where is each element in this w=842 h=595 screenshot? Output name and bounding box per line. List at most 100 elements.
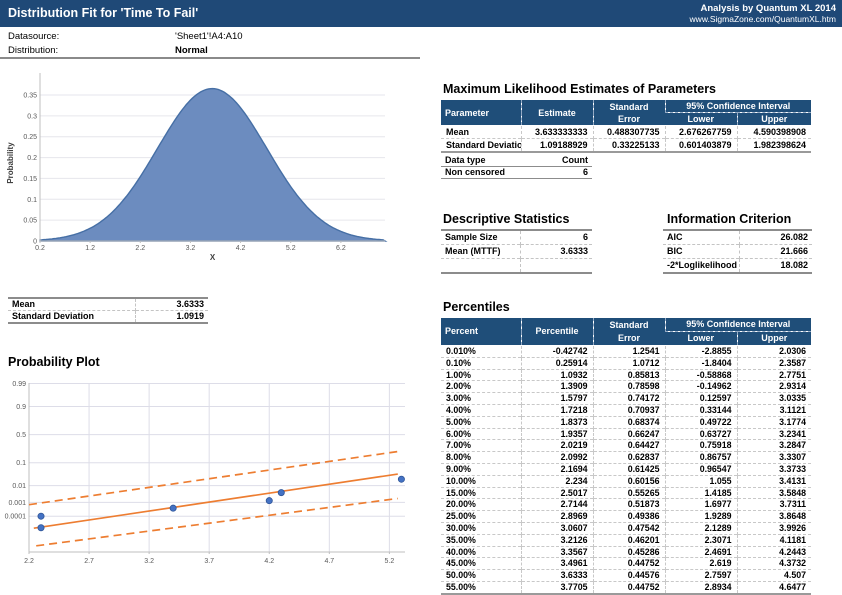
criterion-row: BIC21.666: [663, 245, 812, 259]
distribution-value: Normal: [175, 45, 208, 56]
cell: 1.09188929: [521, 139, 593, 153]
cell: 3.6333: [521, 570, 593, 582]
cell: 3.2126: [521, 534, 593, 546]
cell: 7.00%: [441, 440, 521, 452]
percentiles-table-header: Percent Percentile Standard Error 95% Co…: [441, 318, 811, 346]
cell: 3.4131: [737, 475, 811, 487]
cell: 0.96547: [665, 463, 737, 475]
cell: 2.0992: [521, 452, 593, 464]
cell: 0.63727: [665, 428, 737, 440]
cell: -0.42742: [521, 346, 593, 358]
x-tick-label: 5.2: [286, 245, 296, 252]
cell: 0.49386: [593, 511, 665, 523]
percentile-row: 2.00%1.39090.78598-0.149622.9314: [441, 381, 811, 393]
cell: 4.507: [737, 570, 811, 582]
descriptive-row: [441, 259, 592, 274]
y-tick-label: 0.001: [8, 500, 26, 507]
mle-heading: Maximum Likelihood Estimates of Paramete…: [443, 82, 716, 96]
cell: 0.68374: [593, 416, 665, 428]
percentile-row: 3.00%1.57970.741720.125973.0335: [441, 393, 811, 405]
cell: 2.5017: [521, 487, 593, 499]
mle-row: Mean3.6333333330.4883077352.6762677594.5…: [441, 126, 811, 139]
credit-line-1: Analysis by Quantum XL 2014: [690, 3, 836, 14]
col-header-standard-error: Standard Error: [593, 318, 665, 346]
cell: 0.10%: [441, 357, 521, 369]
cell: 0.74172: [593, 393, 665, 405]
cell: 1.6977: [665, 499, 737, 511]
density-chart: 00.050.10.150.20.250.30.350.21.22.23.24.…: [0, 60, 430, 265]
percentile-row: 0.010%-0.427421.2541-2.88552.0306: [441, 346, 811, 358]
cell: -0.58868: [665, 369, 737, 381]
cell: 2.619: [665, 558, 737, 570]
prob-ci-upper: [29, 452, 398, 505]
distribution-label: Distribution:: [8, 45, 58, 56]
y-tick-label: 0.1: [16, 460, 26, 467]
cell: 2.8969: [521, 511, 593, 523]
percentile-row: 1.00%1.09320.85813-0.588682.7751: [441, 369, 811, 381]
cell: 0.60156: [593, 475, 665, 487]
cell: Standard Deviation: [441, 139, 521, 153]
y-tick-label: 0.05: [23, 218, 37, 225]
percentile-row: 20.00%2.71440.518731.69773.7311: [441, 499, 811, 511]
probability-plot-heading: Probability Plot: [8, 355, 100, 369]
y-tick-label: 0.35: [23, 93, 37, 100]
percentiles-heading: Percentiles: [443, 300, 510, 314]
cell: 2.1694: [521, 463, 593, 475]
cell: 4.590398908: [737, 126, 811, 139]
cell: 2.7751: [737, 369, 811, 381]
percentile-row: 55.00%3.77050.447522.89344.6477: [441, 581, 811, 593]
criterion-heading: Information Criterion: [667, 212, 791, 226]
descriptive-table: Sample Size6Mean (MTTF)3.6333: [441, 229, 592, 274]
cell: 0.51873: [593, 499, 665, 511]
cell: 0.25914: [521, 357, 593, 369]
cell: Mean (MTTF): [441, 245, 520, 259]
cell: 35.00%: [441, 534, 521, 546]
cell: 3.3307: [737, 452, 811, 464]
probability-plot-chart: 0.990.90.50.10.010.0010.00012.22.73.23.7…: [0, 373, 430, 575]
cell: -2.8855: [665, 346, 737, 358]
cell: 0.46201: [593, 534, 665, 546]
y-tick-label: 0.15: [23, 176, 37, 183]
y-tick-label: 0.25: [23, 134, 37, 141]
cell: 0.86757: [665, 452, 737, 464]
cell: 50.00%: [441, 570, 521, 582]
cell: 4.6477: [737, 581, 811, 593]
cell: 2.7144: [521, 499, 593, 511]
std-line1: Standard: [598, 319, 661, 332]
cell: 1.0712: [593, 357, 665, 369]
cell: 0.44752: [593, 581, 665, 593]
descriptive-row: Sample Size6: [441, 230, 592, 245]
std-line2: Error: [598, 332, 661, 345]
percentile-row: 35.00%3.21260.462012.30714.1181: [441, 534, 811, 546]
x-tick-label: 2.7: [84, 558, 94, 565]
cell: 4.2443: [737, 546, 811, 558]
credit-url: www.SigmaZone.com/QuantumXL.htm: [690, 14, 836, 24]
cell: Standard Deviation: [8, 311, 135, 324]
cell: 3.4961: [521, 558, 593, 570]
cell: 1.055: [665, 475, 737, 487]
cell: 0.44576: [593, 570, 665, 582]
y-axis-title: Probability: [6, 142, 15, 184]
cell: 3.2341: [737, 428, 811, 440]
cell: 3.3733: [737, 463, 811, 475]
report-title: Distribution Fit for 'Time To Fail': [8, 0, 198, 27]
cell: 3.0335: [737, 393, 811, 405]
col-header-lower: Lower: [665, 332, 737, 346]
parameter-summary-table: Mean3.6333Standard Deviation1.0919: [8, 297, 208, 324]
cell: 45.00%: [441, 558, 521, 570]
datatype-table: Data type Count Non censored6: [441, 155, 592, 179]
cell: 3.2847: [737, 440, 811, 452]
x-tick-label: 2.2: [135, 245, 145, 252]
cell: 2.0306: [737, 346, 811, 358]
percentile-row: 9.00%2.16940.614250.965473.3733: [441, 463, 811, 475]
cell: 1.5797: [521, 393, 593, 405]
cell: 2.0219: [521, 440, 593, 452]
cell: 6: [520, 230, 592, 245]
cell: Mean: [441, 126, 521, 139]
cell: 9.00%: [441, 463, 521, 475]
y-tick-label: 0.1: [27, 197, 37, 204]
cell: 0.61425: [593, 463, 665, 475]
cell: 6: [536, 167, 592, 179]
col-header-percent: Percent: [441, 318, 521, 346]
col-header-standard-error: Standard Error: [593, 100, 665, 126]
